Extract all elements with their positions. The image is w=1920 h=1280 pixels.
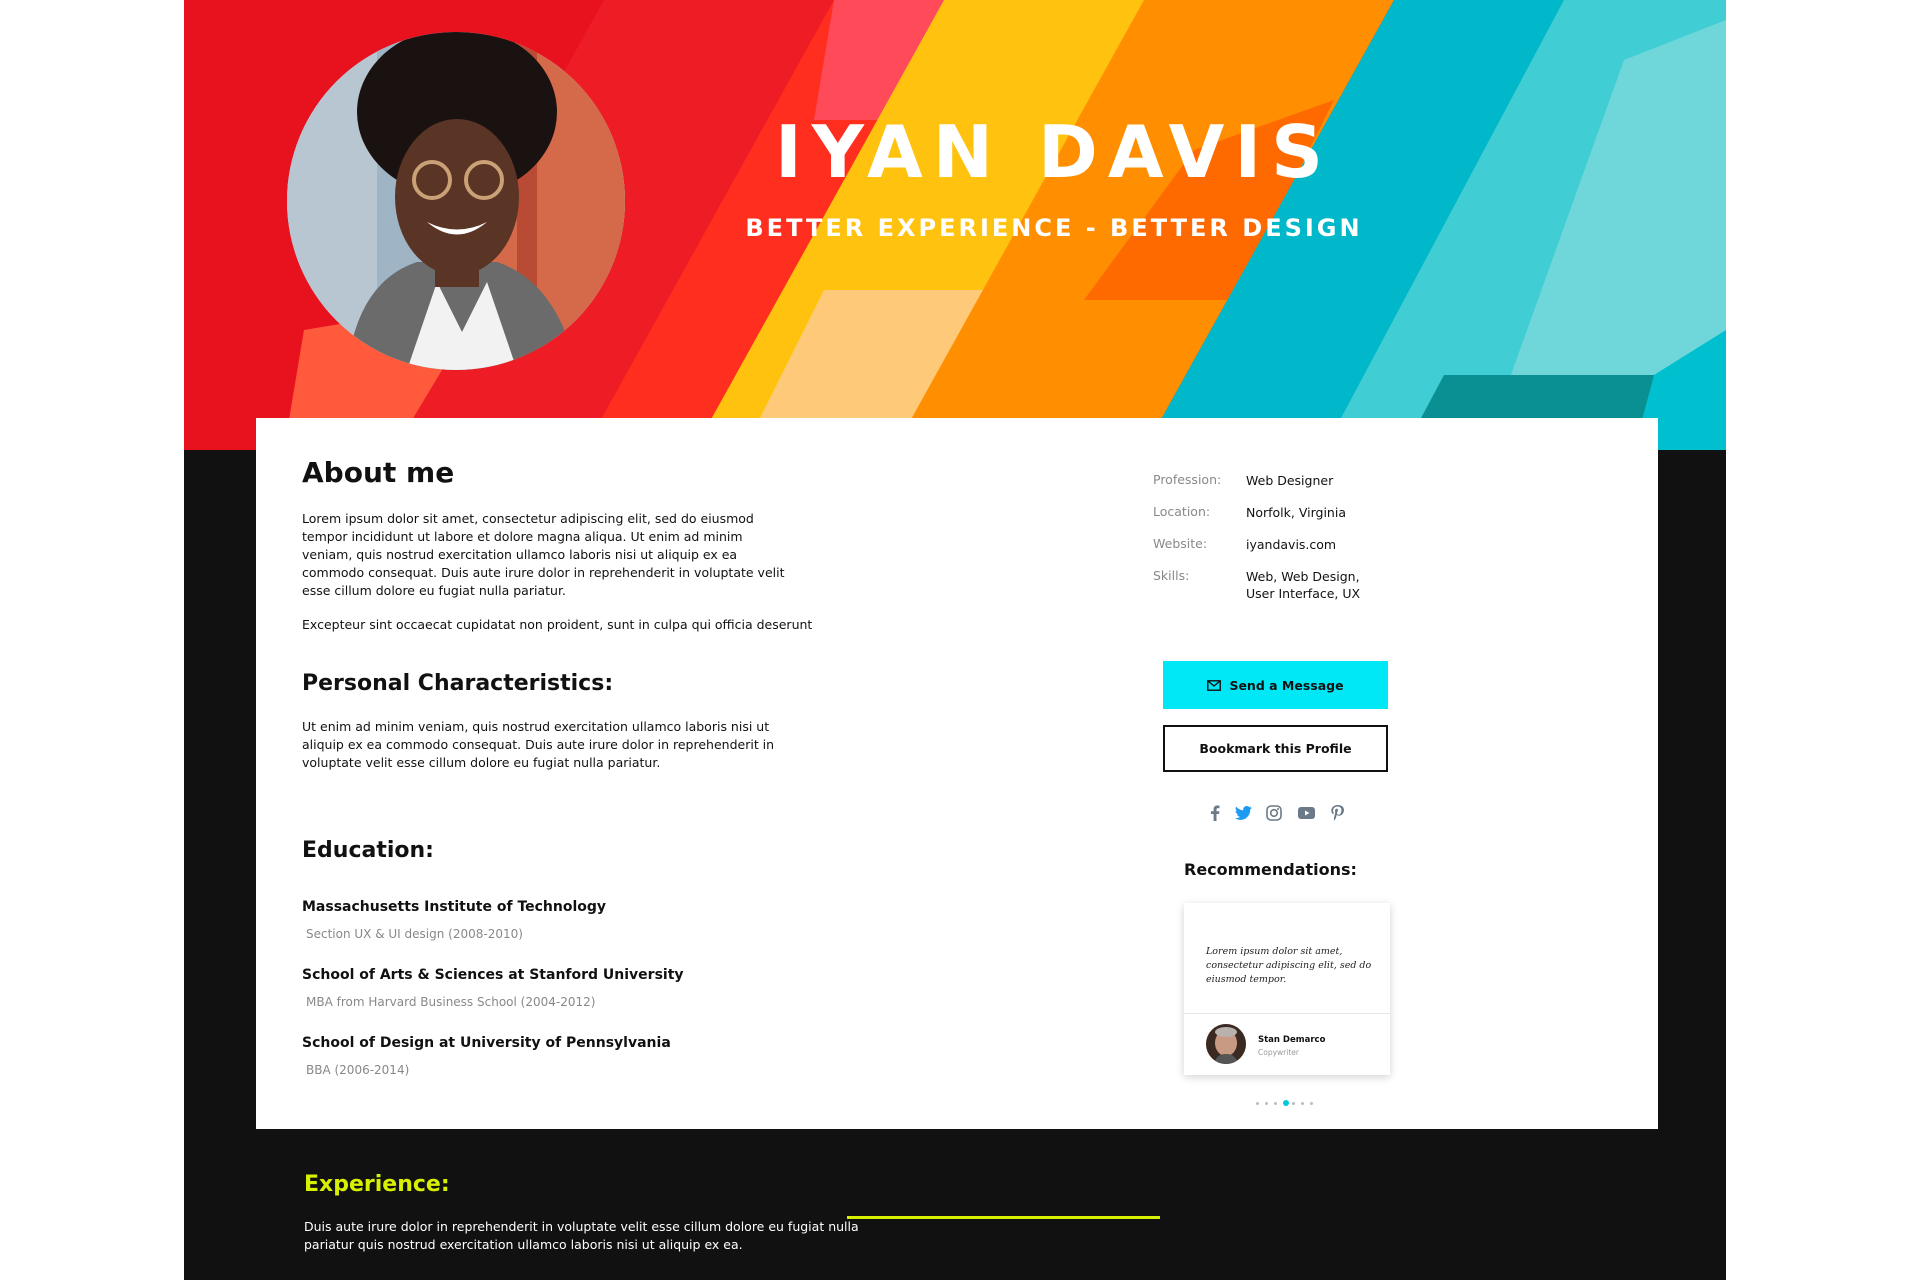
pinterest-icon[interactable] (1328, 804, 1346, 822)
profile-card: About me Lorem ipsum dolor sit amet, con… (256, 418, 1658, 1129)
skills-value: Web, Web Design, User Interface, UX (1246, 568, 1406, 602)
about-paragraph-1: Lorem ipsum dolor sit amet, consectetur … (302, 511, 785, 598)
facebook-icon[interactable] (1206, 804, 1224, 822)
profile-name-heading: IYAN DAVIS (774, 110, 1334, 194)
hero-banner: IYAN DAVIS BETTER EXPERIENCE - BETTER DE… (184, 0, 1726, 450)
pagination-dot[interactable] (1256, 1102, 1259, 1105)
education-item-name: School of Design at University of Pennsy… (302, 1035, 671, 1051)
profile-page: IYAN DAVIS BETTER EXPERIENCE - BETTER DE… (184, 0, 1726, 1280)
profile-tagline: BETTER EXPERIENCE - BETTER DESIGN (745, 214, 1363, 242)
location-value: Norfolk, Virginia (1246, 505, 1346, 520)
recommendation-quote-line: consectetur adipiscing elit, sed do (1206, 960, 1372, 971)
recommendation-quote-line: eiusmod tempor. (1206, 974, 1287, 985)
pagination-dot[interactable] (1265, 1102, 1268, 1105)
recommendation-card: Lorem ipsum dolor sit amet, consectetur … (1184, 903, 1390, 1075)
bookmark-profile-label: Bookmark this Profile (1199, 741, 1352, 756)
skills-line: Web, Web Design, (1246, 569, 1360, 584)
recommender-avatar (1206, 1024, 1246, 1064)
experience-heading: Experience: (304, 1172, 450, 1197)
send-message-button[interactable]: Send a Message (1163, 661, 1388, 709)
profession-value: Web Designer (1246, 473, 1334, 488)
experience-accent-line (847, 1216, 1160, 1219)
pagination-dot[interactable] (1292, 1102, 1295, 1105)
education-heading: Education: (302, 838, 434, 863)
recommender-role: Copywriter (1258, 1048, 1299, 1057)
website-link[interactable]: iyandavis.com (1246, 536, 1406, 553)
skills-line: User Interface, UX (1246, 586, 1361, 601)
envelope-icon (1207, 679, 1222, 691)
experience-paragraph: Duis aute irure dolor in reprehenderit i… (304, 1219, 859, 1252)
recommendation-quote-line: Lorem ipsum dolor sit amet, (1206, 946, 1343, 957)
youtube-icon[interactable] (1297, 804, 1315, 822)
profile-avatar (287, 32, 625, 370)
skills-label: Skills: (1153, 568, 1190, 583)
profession-label: Profession: (1153, 472, 1222, 487)
instagram-icon[interactable] (1265, 804, 1283, 822)
education-item-name: School of Arts & Sciences at Stanford Un… (302, 967, 684, 983)
website-label: Website: (1153, 536, 1208, 551)
about-heading: About me (302, 456, 455, 489)
twitter-icon[interactable] (1234, 804, 1252, 822)
recommender-name: Stan Demarco (1258, 1035, 1326, 1045)
recommendation-quote: Lorem ipsum dolor sit amet, consectetur … (1206, 945, 1374, 987)
bookmark-profile-button[interactable]: Bookmark this Profile (1163, 725, 1388, 772)
about-paragraph-2: Excepteur sint occaecat cupidatat non pr… (302, 617, 813, 632)
recommendation-divider (1184, 1013, 1390, 1014)
education-item-detail: Section UX & UI design (2008-2010) (306, 927, 523, 941)
pagination-dot[interactable] (1301, 1102, 1304, 1105)
pagination-dot[interactable] (1310, 1102, 1313, 1105)
education-item-name: Massachusetts Institute of Technology (302, 899, 607, 915)
pagination-dot[interactable] (1283, 1100, 1289, 1106)
pagination-dot[interactable] (1274, 1102, 1277, 1105)
recommendations-heading: Recommendations: (1184, 860, 1357, 879)
characteristics-paragraph: Ut enim ad minim veniam, quis nostrud ex… (302, 719, 775, 770)
education-item-detail: MBA from Harvard Business School (2004-2… (306, 995, 596, 1009)
characteristics-heading: Personal Characteristics: (302, 671, 614, 696)
send-message-label: Send a Message (1229, 677, 1344, 693)
education-item-detail: BBA (2006-2014) (306, 1063, 410, 1077)
social-links (1206, 804, 1346, 824)
location-label: Location: (1153, 504, 1211, 519)
recommendation-pagination (1256, 1100, 1326, 1108)
